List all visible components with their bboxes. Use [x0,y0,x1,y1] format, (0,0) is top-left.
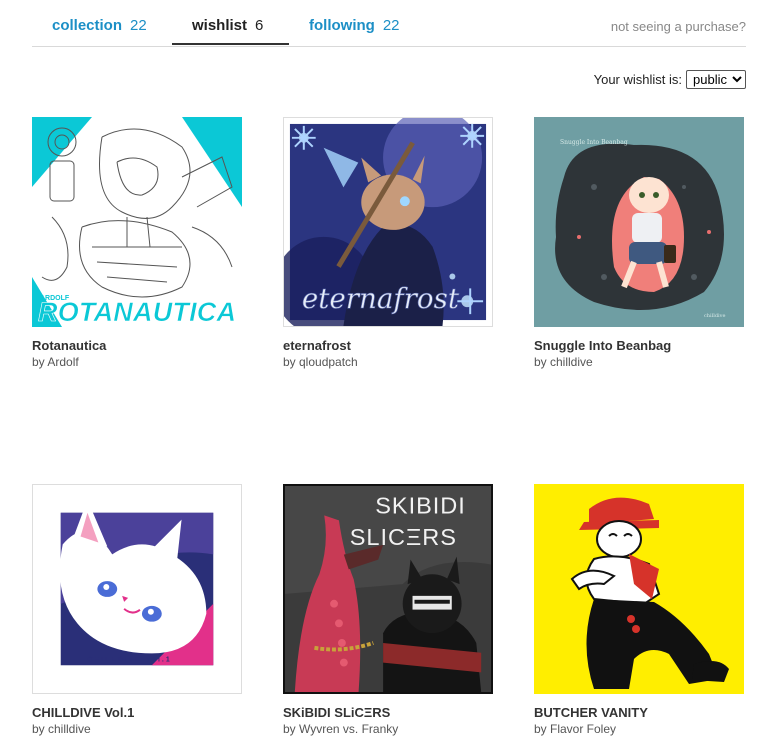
tab-collection-count: 22 [130,17,147,34]
wishlist-item: eternafrost eternafrost by qloudpatch [283,117,493,369]
album-cover[interactable]: CHILLDIVE Vol.1 [32,484,242,694]
missing-purchase-link[interactable]: not seeing a purchase? [611,19,746,34]
album-cover[interactable] [534,484,744,694]
cover-title-line1: SKIBIDI [375,492,466,518]
item-artist[interactable]: by qloudpatch [283,355,493,369]
album-cover[interactable]: ARDOLF ROTANAUTICA [32,117,242,327]
cover-title-line2: SLICΞRS [350,524,457,550]
album-cover[interactable]: Snuggle Into Beanbag chilldive [534,117,744,327]
wishlist-item: BUTCHER VANITY by Flavor Foley [534,484,744,736]
item-artist[interactable]: by Ardolf [32,355,242,369]
item-title[interactable]: SKiBIDI SLiCΞRS [283,705,493,720]
item-title[interactable]: BUTCHER VANITY [534,705,744,720]
svg-text:Snuggle Into Beanbag: Snuggle Into Beanbag [560,139,628,146]
tab-following-count: 22 [382,17,400,34]
tab-following-label: following [309,17,375,34]
wishlist-item: ARDOLF ROTANAUTICA Rotanautica by Ardolf [32,117,242,369]
tab-wishlist-label: wishlist [192,17,248,34]
cover-title-text: ROTANAUTICA [38,297,236,327]
item-title[interactable]: eternafrost [283,338,493,353]
item-artist[interactable]: by chilldive [32,722,242,736]
wishlist-item: Snuggle Into Beanbag chilldive Snuggle I… [534,117,744,369]
cover-title-text: CHILLDIVE Vol.1 [87,656,171,663]
cover-small-text: chilldive [704,313,725,319]
album-cover[interactable]: SKIBIDI SLICΞRS [283,484,493,694]
tab-collection-label: collection [52,17,123,34]
item-title[interactable]: Snuggle Into Beanbag [534,338,744,353]
tab-following[interactable]: following 22 [309,17,400,45]
album-cover[interactable]: eternafrost [283,117,493,327]
cover-title-text: Snuggle Into Beanbag [560,139,628,146]
tab-wishlist-count: 6 [255,17,264,34]
item-artist[interactable]: by Wyvren vs. Franky [283,722,493,736]
wishlist-visibility-label: Your wishlist is: [593,72,682,87]
item-artist[interactable]: by chilldive [534,355,744,369]
tab-collection[interactable]: collection 22 [52,17,147,45]
cover-title-text: eternafrost [302,282,460,315]
item-artist[interactable]: by Flavor Foley [534,722,744,736]
wishlist-visibility: Your wishlist is: public [594,70,746,89]
item-title[interactable]: Rotanautica [32,338,242,353]
wishlist-visibility-select[interactable]: public [686,70,746,89]
active-tab-indicator [172,43,289,45]
wishlist-item: CHILLDIVE Vol.1 CHILLDIVE Vol.1 by chill… [32,484,242,736]
wishlist-item: SKIBIDI SLICΞRS SKiBIDI SLiCΞRS by Wyvre… [283,484,493,736]
item-title[interactable]: CHILLDIVE Vol.1 [32,705,242,720]
tab-wishlist[interactable]: wishlist 6 [192,17,263,45]
collection-tabs: collection 22 wishlist 6 following 22 not s… [32,0,746,47]
